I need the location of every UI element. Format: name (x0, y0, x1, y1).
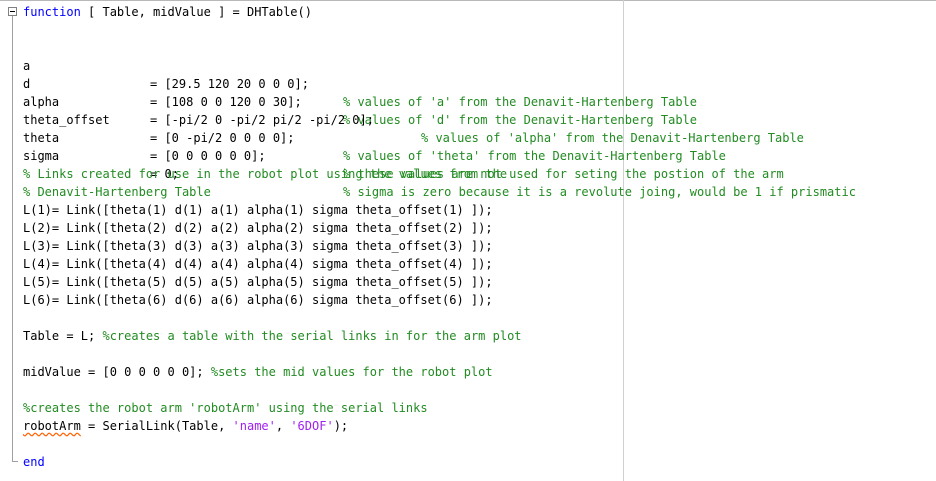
code-line-links-comment-2[interactable]: % Denavit-Hartenberg Table (23, 183, 211, 201)
code-line-function[interactable]: function [ Table, midValue ] = DHTable() (23, 3, 312, 21)
robotarm-separator: , (275, 419, 291, 433)
robotarm-variable: robotArm (23, 419, 81, 433)
code-line-robot-comment[interactable]: %creates the robot arm 'robotArm' using … (23, 399, 428, 417)
code-line-links-comment-1[interactable]: % Links created for use in the robot plo… (23, 165, 507, 183)
table-comment: %creates a table with the serial links i… (102, 329, 522, 343)
code-fold-collapse-icon[interactable] (8, 7, 17, 16)
code-line-link-1[interactable]: L(1)= Link([theta(1) d(1) a(1) alpha(1) … (23, 201, 493, 219)
code-line-link-6[interactable]: L(6)= Link([theta(6) d(6) a(6) alpha(6) … (23, 291, 493, 309)
var-value-theta: = [0 0 0 0 0 0]; (150, 149, 266, 163)
keyword-function: function (23, 5, 81, 19)
code-line-sigma[interactable]: sigma = 0; % sigma is zero because it is… (23, 129, 923, 199)
code-line-link-2[interactable]: L(2)= Link([theta(2) d(2) a(2) alpha(2) … (23, 219, 493, 237)
code-line-table[interactable]: Table = L; %creates a table with the ser… (23, 327, 522, 345)
code-line-alpha[interactable]: alpha = [-pi/2 0 -pi/2 pi/2 -pi/2 0]; % … (23, 75, 923, 145)
code-line-link-5[interactable]: L(5)= Link([theta(5) d(5) a(5) alpha(5) … (23, 273, 493, 291)
code-line-theta[interactable]: theta = [0 0 0 0 0 0]; % these values ar… (23, 111, 923, 181)
midvalue-code: midValue = [0 0 0 0 0 0]; (23, 365, 211, 379)
code-line-a[interactable]: a = [29.5 120 20 0 0 0]; % values of 'a'… (23, 39, 923, 109)
code-line-link-3[interactable]: L(3)= Link([theta(3) d(3) a(3) alpha(3) … (23, 237, 493, 255)
robotarm-code: = SerialLink(Table, (80, 419, 233, 433)
code-line-theta-offset[interactable]: theta_offset = [0 -pi/2 0 0 0 0]; % valu… (23, 93, 923, 163)
code-fold-guide (12, 16, 13, 462)
code-line-d[interactable]: d = [108 0 0 120 0 30]; % values of 'd' … (23, 57, 923, 127)
comment-theta-offset: % values of 'theta' from the Denavit-Har… (343, 149, 726, 163)
string-6dof: '6DOF' (290, 419, 334, 433)
function-signature: [ Table, midValue ] = DHTable() (80, 5, 312, 19)
code-fold-end-marker (12, 461, 18, 462)
code-line-midvalue[interactable]: midValue = [0 0 0 0 0 0]; %sets the mid … (23, 363, 493, 381)
var-name-sigma: sigma (23, 149, 60, 163)
robotarm-end: ); (333, 419, 349, 433)
table-code: Table = L; (23, 329, 103, 343)
code-line-robotarm[interactable]: robotArm = SerialLink(Table, 'name', '6D… (23, 417, 348, 435)
string-name: 'name' (232, 419, 276, 433)
comment-sigma: % sigma is zero because it is a revolute… (343, 185, 856, 199)
midvalue-comment: %sets the mid values for the robot plot (210, 365, 493, 379)
code-line-end[interactable]: end (23, 453, 45, 471)
code-line-link-4[interactable]: L(4)= Link([theta(4) d(4) a(4) alpha(4) … (23, 255, 493, 273)
code-editor[interactable]: function [ Table, midValue ] = DHTable()… (0, 0, 936, 481)
editor-top-border (0, 0, 936, 1)
